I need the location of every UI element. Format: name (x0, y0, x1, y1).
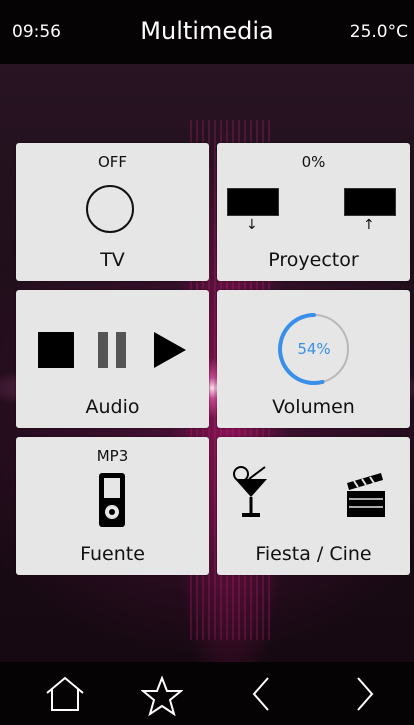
projector-screen-up-icon[interactable]: ↑ (344, 188, 398, 232)
temperature: 25.0°C (349, 22, 408, 42)
forward-button[interactable] (314, 662, 414, 725)
fiesta-cine-label: Fiesta / Cine (255, 543, 372, 565)
music-player-icon (99, 473, 125, 527)
play-icon[interactable] (154, 332, 186, 368)
header-bar: 09:56 Multimedia 25.0°C (0, 0, 414, 64)
clapperboard-icon[interactable] (345, 471, 387, 519)
tile-volumen[interactable]: 54% Volumen (217, 290, 410, 428)
star-icon (141, 676, 183, 716)
tile-proyector[interactable]: 0% ↓ ↑ Proyector (217, 143, 410, 281)
back-chevron-icon (252, 677, 269, 711)
tile-tv[interactable]: OFF TV (16, 143, 209, 281)
volume-value: 54% (297, 340, 331, 358)
back-button[interactable] (210, 662, 310, 725)
pause-icon[interactable] (98, 332, 128, 368)
tile-fiesta-cine[interactable]: Fiesta / Cine (217, 437, 410, 575)
projector-screen-down-icon[interactable]: ↓ (227, 188, 281, 232)
tv-status: OFF (97, 153, 128, 171)
fuente-label: Fuente (80, 543, 145, 565)
fuente-status: MP3 (96, 447, 129, 465)
forward-chevron-icon (357, 677, 374, 711)
favorites-button[interactable] (111, 662, 211, 725)
volume-gauge-icon[interactable]: 54% (275, 310, 353, 388)
power-circle-icon (86, 185, 134, 233)
tv-label: TV (100, 249, 125, 271)
tile-audio[interactable]: Audio (16, 290, 209, 428)
home-icon (46, 676, 84, 711)
proyector-status: 0% (301, 153, 326, 171)
stop-icon[interactable] (38, 332, 74, 368)
tile-fuente[interactable]: MP3 Fuente (16, 437, 209, 575)
proyector-label: Proyector (268, 249, 359, 271)
volumen-label: Volumen (272, 396, 355, 418)
cocktail-icon[interactable] (231, 465, 271, 521)
audio-label: Audio (85, 396, 140, 418)
home-button[interactable] (14, 662, 114, 725)
bottom-nav (0, 662, 414, 725)
